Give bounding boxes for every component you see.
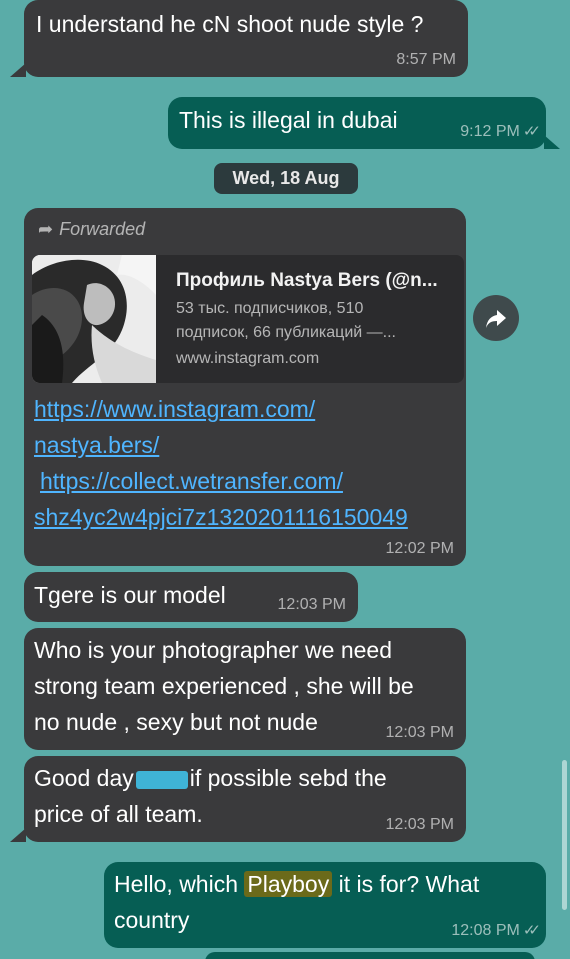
message-time: 8:57 PM <box>396 51 456 68</box>
message-time-wrap: 12:08 PM ✓✓ <box>451 922 541 940</box>
message-line: country <box>114 907 190 933</box>
date-separator: Wed, 18 Aug <box>214 163 358 194</box>
link-preview[interactable]: Профиль Nastya Bers (@n... 53 тыс. подпи… <box>32 255 464 383</box>
message-time: 12:03 PM <box>385 816 454 833</box>
message-time: 12:03 PM <box>385 724 454 741</box>
message-line: price of all team. <box>34 801 203 827</box>
preview-thumbnail <box>32 255 156 383</box>
message-text: Hello, which Playboy it is for? What cou… <box>114 866 479 938</box>
message-outgoing[interactable]: This is illegal in dubai 9:12 PM ✓✓ <box>168 97 546 149</box>
instagram-link[interactable]: https://www.instagram.com/ <box>34 391 408 427</box>
message-forwarded[interactable]: ➦ Forwarded Профиль Nastya Bers (@n... 53… <box>24 208 466 566</box>
forwarded-label: ➦ Forwarded <box>38 218 145 240</box>
message-incoming[interactable]: Good day if possible sebd the price of al… <box>24 756 466 842</box>
wetransfer-link[interactable]: https://collect.wetransfer.com/ <box>40 463 408 499</box>
message-incoming[interactable]: I understand he cN shoot nude style ? 8:… <box>24 0 468 77</box>
message-outgoing[interactable]: Hello, which Playboy it is for? What cou… <box>104 862 546 948</box>
forwarded-text: Forwarded <box>59 219 146 239</box>
message-text: I understand he cN shoot nude style ? <box>36 11 424 37</box>
next-message-peek <box>205 952 535 959</box>
double-check-icon: ✓✓ <box>522 123 541 140</box>
message-text: Tgere is our model <box>34 582 226 608</box>
wetransfer-link-cont[interactable]: shz4yc2w4pjci7z1320201116150049 <box>34 499 408 535</box>
highlighted-word: Playboy <box>244 871 333 897</box>
bubble-tail <box>10 828 26 842</box>
message-incoming[interactable]: Tgere is our model 12:03 PM <box>24 572 358 622</box>
message-time-wrap: 9:12 PM ✓✓ <box>460 123 541 141</box>
message-time: 12:02 PM <box>385 540 454 557</box>
message-line: no nude , sexy but not nude <box>34 709 318 735</box>
message-line: strong team experienced , she will be <box>34 673 414 699</box>
bubble-tail <box>10 63 26 77</box>
message-line: Hello, which Playboy it is for? What <box>114 866 479 902</box>
message-incoming[interactable]: Who is your photographer we need strong … <box>24 628 466 750</box>
forward-small-icon: ➦ <box>38 219 54 239</box>
message-time: 9:12 PM <box>460 123 520 140</box>
bubble-tail <box>544 135 560 149</box>
message-fragment: if possible sebd the <box>189 765 387 791</box>
message-fragment: Hello, which <box>114 871 245 897</box>
preview-description: 53 тыс. подписчиков, 510 подписок, 66 пу… <box>176 297 446 345</box>
message-line: Good day if possible sebd the <box>34 760 387 796</box>
chat-thread[interactable]: I understand he cN shoot nude style ? 8:… <box>0 0 570 959</box>
forward-button[interactable] <box>473 295 519 341</box>
message-fragment: it is for? What <box>332 871 480 897</box>
preview-desc-line: 53 тыс. подписчиков, 510 <box>176 300 364 317</box>
message-text: Who is your photographer we need strong … <box>34 632 414 740</box>
redaction-mark <box>135 770 188 789</box>
message-line: Who is your photographer we need <box>34 637 392 663</box>
message-fragment: Good day <box>34 765 134 791</box>
message-time: 12:08 PM <box>451 922 520 939</box>
message-text: Good day if possible sebd the price of al… <box>34 760 387 832</box>
portrait-image <box>32 255 156 383</box>
preview-desc-line: подписок, 66 публикаций —... <box>176 324 396 341</box>
instagram-link-cont[interactable]: nastya.bers/ <box>34 427 408 463</box>
preview-domain: www.instagram.com <box>176 350 320 367</box>
message-time: 12:03 PM <box>277 596 346 613</box>
double-check-icon: ✓✓ <box>522 922 541 939</box>
forward-arrow-icon <box>486 310 506 329</box>
message-links: https://www.instagram.com/ nastya.bers/ … <box>34 391 408 535</box>
preview-title: Профиль Nastya Bers (@n... <box>176 270 438 291</box>
message-text: This is illegal in dubai <box>179 107 398 133</box>
scroll-indicator[interactable] <box>562 760 567 910</box>
